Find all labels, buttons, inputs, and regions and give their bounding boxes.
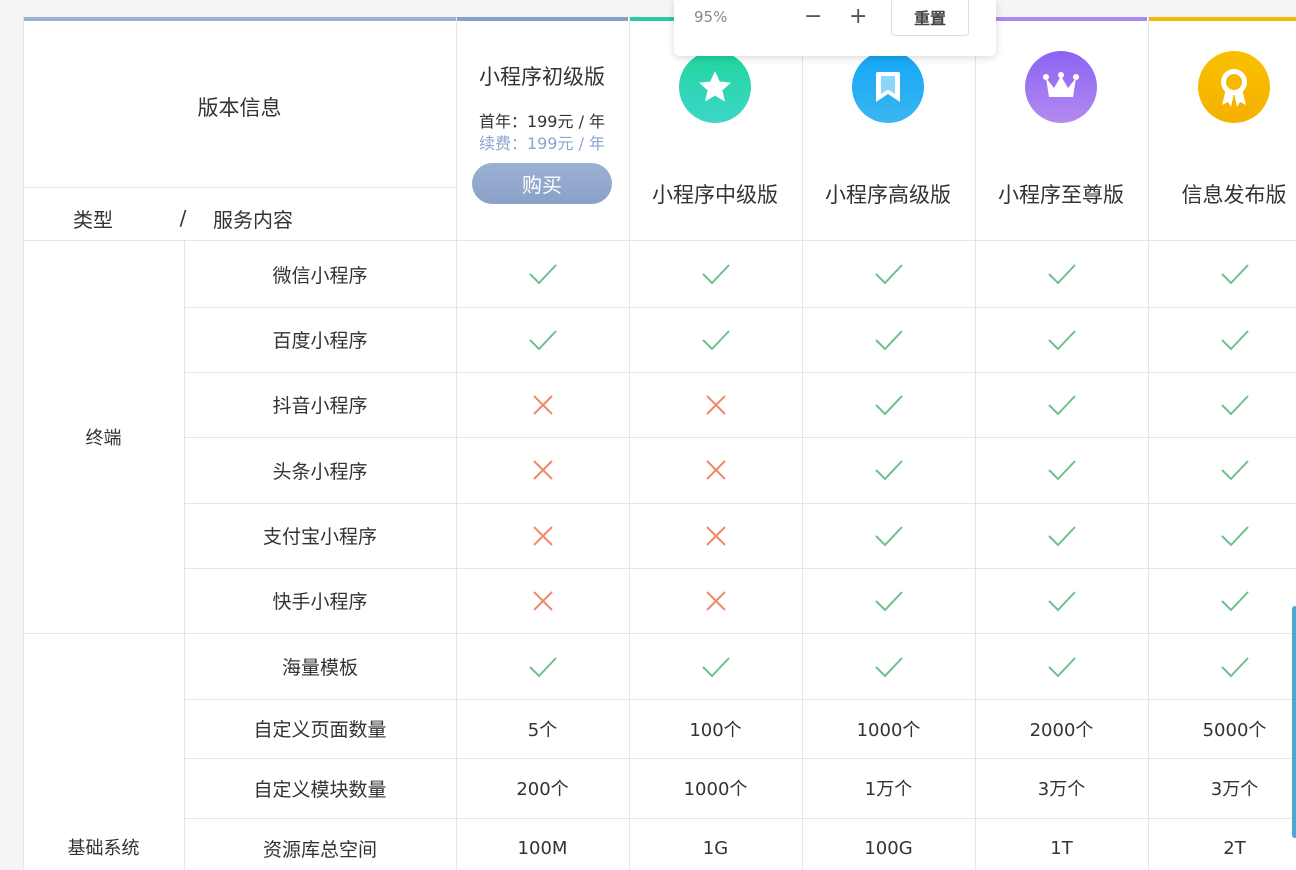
value-cell: 1T (1050, 837, 1073, 859)
header-bar-plan-1 (457, 17, 628, 21)
check-icon (456, 241, 629, 307)
cross-icon (456, 568, 629, 633)
check-icon (629, 634, 802, 699)
value-cell: 1000个 (683, 779, 748, 800)
star-icon (679, 51, 751, 123)
check-icon (802, 307, 975, 372)
feature-label: 快手小程序 (272, 591, 368, 613)
category-base-system: 基础系统 (67, 838, 140, 859)
check-icon (456, 307, 629, 372)
value-cell: 5000个 (1202, 719, 1267, 741)
cross-icon (456, 437, 629, 503)
value-cell: 1万个 (864, 779, 913, 800)
cross-icon (629, 503, 802, 568)
value-cell: 5个 (527, 719, 558, 741)
category-terminal: 终端 (85, 428, 122, 449)
cross-icon (629, 568, 802, 633)
feature-label: 资源库总空间 (262, 838, 377, 861)
zoom-reset-button[interactable]: 重置 (891, 0, 969, 36)
feature-label: 自定义页面数量 (253, 719, 387, 741)
check-icon (802, 634, 975, 699)
check-icon (975, 437, 1148, 503)
value-cell: 2T (1223, 837, 1246, 859)
plan-name-4: 小程序至尊版 (998, 183, 1124, 207)
medal-icon (1198, 51, 1270, 123)
check-icon (1148, 634, 1296, 699)
cross-icon (629, 372, 802, 437)
renew-price: 续费：199元 / 年 (478, 134, 606, 153)
feature-label: 自定义模块数量 (253, 778, 387, 801)
value-cell: 100个 (689, 719, 742, 741)
check-icon (975, 307, 1148, 372)
value-cell: 2000个 (1029, 719, 1094, 741)
service-label: 服务内容 (213, 207, 293, 232)
cross-icon (629, 437, 802, 503)
check-icon (456, 634, 629, 699)
check-icon (975, 241, 1148, 307)
check-icon (1148, 568, 1296, 633)
feature-label: 支付宝小程序 (262, 526, 377, 548)
feature-label: 海量模板 (281, 657, 358, 679)
plan-name-5: 信息发布版 (1181, 183, 1287, 207)
value-cell: 100G (864, 837, 913, 859)
check-icon (1148, 503, 1296, 568)
first-year-price: 首年：199元 / 年 (478, 112, 606, 131)
feature-label: 头条小程序 (272, 460, 368, 483)
check-icon (629, 307, 802, 372)
value-cell: 1000个 (856, 719, 921, 741)
header-bar-plan-5 (1149, 17, 1296, 21)
type-label: 类型 (73, 207, 113, 232)
check-icon (802, 241, 975, 307)
plan-name-2: 小程序中级版 (652, 183, 778, 207)
check-icon (802, 503, 975, 568)
cross-icon (456, 372, 629, 437)
header-bar-info (23, 17, 456, 21)
value-cell: 200个 (516, 779, 569, 800)
slash-separator: / (179, 206, 187, 230)
check-icon (1148, 372, 1296, 437)
side-scroll-tab[interactable] (1292, 606, 1296, 838)
check-icon (802, 372, 975, 437)
plan-name-3: 小程序高级版 (825, 183, 951, 207)
plan-name-1: 小程序初级版 (479, 65, 605, 89)
check-icon (1148, 241, 1296, 307)
check-icon (975, 568, 1148, 633)
version-info-label: 版本信息 (197, 96, 282, 120)
zoom-in-button[interactable]: + (849, 4, 867, 29)
value-cell: 3万个 (1210, 779, 1259, 800)
zoom-out-button[interactable]: − (804, 4, 822, 29)
crown-icon (1025, 51, 1097, 123)
feature-label: 百度小程序 (272, 330, 368, 352)
check-icon (1148, 437, 1296, 503)
zoom-percent: 95% (694, 8, 728, 26)
bookmark-icon (852, 51, 924, 123)
check-icon (802, 437, 975, 503)
check-icon (802, 568, 975, 633)
value-cell: 100M (517, 837, 568, 859)
check-icon (975, 503, 1148, 568)
value-cell: 1G (702, 837, 729, 859)
cross-icon (456, 503, 629, 568)
check-icon (975, 372, 1148, 437)
check-icon (975, 634, 1148, 699)
header-bar-plan-4 (976, 17, 1147, 21)
feature-label: 微信小程序 (272, 264, 368, 287)
check-icon (629, 241, 802, 307)
zoom-popover: 95% − + 重置 (674, 0, 996, 56)
buy-button[interactable]: 购买 (472, 163, 612, 204)
check-icon (1148, 307, 1296, 372)
value-cell: 3万个 (1037, 779, 1086, 800)
feature-label: 抖音小程序 (272, 395, 368, 417)
pricing-table: 版本信息 类型 / 服务内容 小程序初级版 首年：199元 / 年 续费：199… (23, 17, 1296, 870)
